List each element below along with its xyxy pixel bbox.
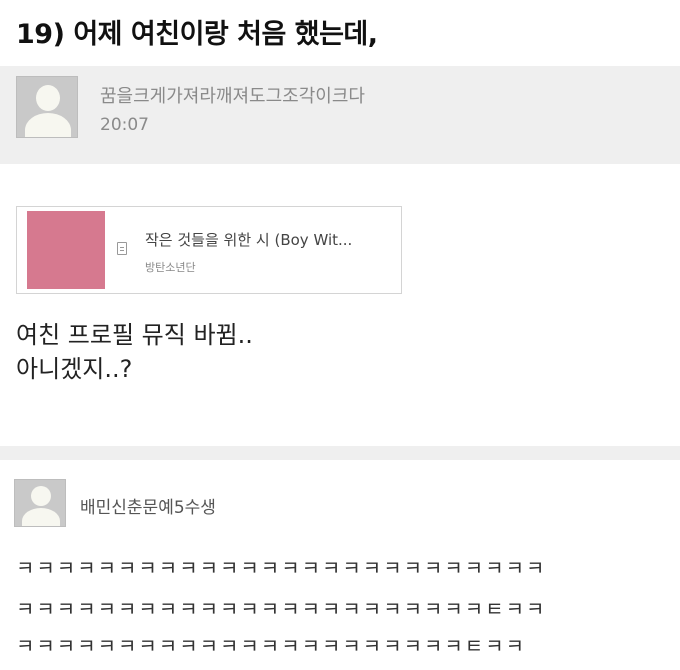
song-artist: 방탄소년단 <box>145 261 196 274</box>
comment-text-line: ㅋㅋㅋㅋㅋㅋㅋㅋㅋㅋㅋㅋㅋㅋㅋㅋㅋㅋㅋㅋㅋㅋㅋㅌㅋㅋ <box>16 597 547 621</box>
comment-text-line: ㅋㅋㅋㅋㅋㅋㅋㅋㅋㅋㅋㅋㅋㅋㅋㅋㅋㅋㅋㅋㅋㅋㅌㅋㅋ <box>16 634 526 658</box>
author-name[interactable]: 꿈을크게가져라깨져도그조각이크다 <box>100 82 365 108</box>
comment-text-line: ㅋㅋㅋㅋㅋㅋㅋㅋㅋㅋㅋㅋㅋㅋㅋㅋㅋㅋㅋㅋㅋㅋㅋㅋㅋㅋ <box>16 556 547 580</box>
avatar-head-icon <box>31 486 51 506</box>
post-body: 여친 프로필 뮤직 바뀜.. 아니겠지..? <box>16 318 253 386</box>
song-title: 작은 것들을 위한 시 (Boy Wit... <box>145 231 353 249</box>
profile-music-card[interactable]: 작은 것들을 위한 시 (Boy Wit... 방탄소년단 <box>16 206 402 294</box>
avatar-body-icon <box>25 113 71 137</box>
avatar-body-icon <box>22 508 60 526</box>
post-body-line: 아니겠지..? <box>16 355 133 383</box>
post-title: 19) 어제 여친이랑 처음 했는데, <box>16 19 378 50</box>
post-body-line: 여친 프로필 뮤직 바뀜.. <box>16 321 253 349</box>
author-avatar[interactable] <box>16 76 78 138</box>
document-icon <box>117 242 127 255</box>
album-art <box>27 211 105 289</box>
commenter-avatar[interactable] <box>14 479 66 527</box>
post-time: 20:07 <box>100 115 149 135</box>
section-divider <box>0 446 680 460</box>
commenter-name[interactable]: 배민신춘문예5수생 <box>80 493 216 518</box>
avatar-head-icon <box>36 85 60 111</box>
